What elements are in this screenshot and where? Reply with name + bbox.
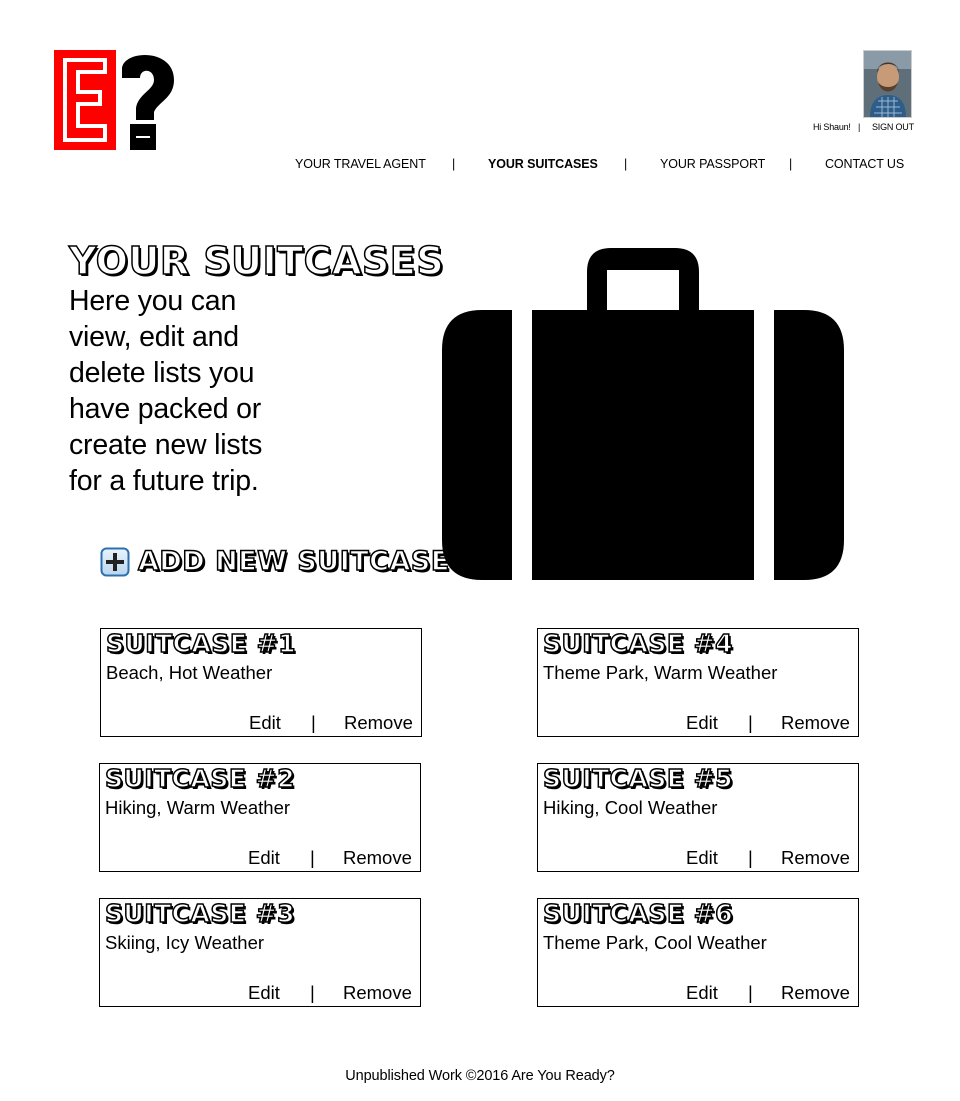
suitcase-description: Theme Park, Cool Weather	[543, 932, 767, 953]
nav-suitcases[interactable]: YOUR SUITCASES	[488, 157, 598, 171]
footer-copyright: Unpublished Work ©2016 Are You Ready?	[345, 1068, 615, 1084]
remove-link[interactable]: Remove	[344, 711, 413, 735]
action-separator: |	[748, 712, 753, 733]
remove-link[interactable]: Remove	[781, 846, 850, 870]
remove-link[interactable]: Remove	[781, 981, 850, 1005]
plus-square-icon	[100, 547, 130, 577]
edit-link[interactable]: Edit	[686, 846, 718, 870]
nav-separator: |	[789, 157, 793, 171]
suitcase-title: SUITCASE #1	[105, 628, 296, 659]
action-separator: |	[748, 847, 753, 868]
edit-link[interactable]: Edit	[686, 711, 718, 735]
action-separator: |	[748, 982, 753, 1003]
edit-link[interactable]: Edit	[249, 711, 281, 735]
suitcase-card[interactable]: SUITCASE #6 Theme Park, Cool Weather Edi…	[537, 898, 859, 1007]
remove-link[interactable]: Remove	[781, 711, 850, 735]
edit-link[interactable]: Edit	[248, 846, 280, 870]
edit-link[interactable]: Edit	[248, 981, 280, 1005]
page-title: YOUR SUITCASES	[68, 238, 445, 284]
nav-separator: |	[624, 157, 628, 171]
action-separator: |	[311, 712, 316, 733]
suitcase-description: Beach, Hot Weather	[106, 662, 273, 683]
remove-link[interactable]: Remove	[343, 846, 412, 870]
suitcase-card[interactable]: SUITCASE #2 Hiking, Warm Weather Edit | …	[99, 763, 421, 872]
remove-link[interactable]: Remove	[343, 981, 412, 1005]
brand-logo[interactable]	[54, 46, 176, 152]
suitcase-title: SUITCASE #2	[104, 763, 295, 794]
edit-link[interactable]: Edit	[686, 981, 718, 1005]
suitcase-card[interactable]: SUITCASE #4 Theme Park, Warm Weather Edi…	[537, 628, 859, 737]
logo-question-mark	[122, 55, 174, 150]
suitcase-title: SUITCASE #6	[542, 898, 733, 929]
action-separator: |	[310, 847, 315, 868]
user-avatar[interactable]	[863, 50, 912, 118]
suitcase-description: Theme Park, Warm Weather	[543, 662, 778, 683]
intro-line: Here you can	[69, 285, 237, 317]
intro-line: create new lists	[69, 429, 263, 461]
intro-line: have packed or	[69, 393, 262, 425]
add-new-suitcase-button[interactable]: ADD NEW SUITCASE	[100, 545, 450, 579]
suitcase-description: Skiing, Icy Weather	[105, 932, 265, 953]
suitcase-card[interactable]: SUITCASE #5 Hiking, Cool Weather Edit | …	[537, 763, 859, 872]
suitcase-description: Hiking, Warm Weather	[105, 797, 291, 818]
suitcase-description: Hiking, Cool Weather	[543, 797, 718, 818]
account-separator: |	[858, 122, 861, 132]
nav-travel-agent[interactable]: YOUR TRAVEL AGENT	[295, 157, 426, 171]
add-new-suitcase-label: ADD NEW SUITCASE	[137, 545, 450, 578]
nav-contact-us[interactable]: CONTACT US	[825, 157, 904, 171]
suitcase-title: SUITCASE #5	[542, 763, 733, 794]
suitcase-card[interactable]: SUITCASE #1 Beach, Hot Weather Edit | Re…	[100, 628, 422, 737]
sign-out-link[interactable]: SIGN OUT	[872, 122, 914, 132]
suitcase-title: SUITCASE #3	[104, 898, 295, 929]
avatar-image	[864, 51, 911, 117]
logo-e-letter	[54, 50, 116, 150]
nav-separator: |	[452, 157, 456, 171]
page-intro: Here you can view, edit and delete lists…	[69, 283, 369, 499]
suitcase-icon	[442, 248, 844, 580]
suitcase-card[interactable]: SUITCASE #3 Skiing, Icy Weather Edit | R…	[99, 898, 421, 1007]
action-separator: |	[310, 982, 315, 1003]
nav-passport[interactable]: YOUR PASSPORT	[660, 157, 765, 171]
intro-line: view, edit and	[69, 321, 239, 353]
intro-line: for a future trip.	[69, 465, 259, 497]
intro-line: delete lists you	[69, 357, 255, 389]
user-greeting: Hi Shaun!	[813, 122, 851, 132]
suitcase-title: SUITCASE #4	[542, 628, 733, 659]
